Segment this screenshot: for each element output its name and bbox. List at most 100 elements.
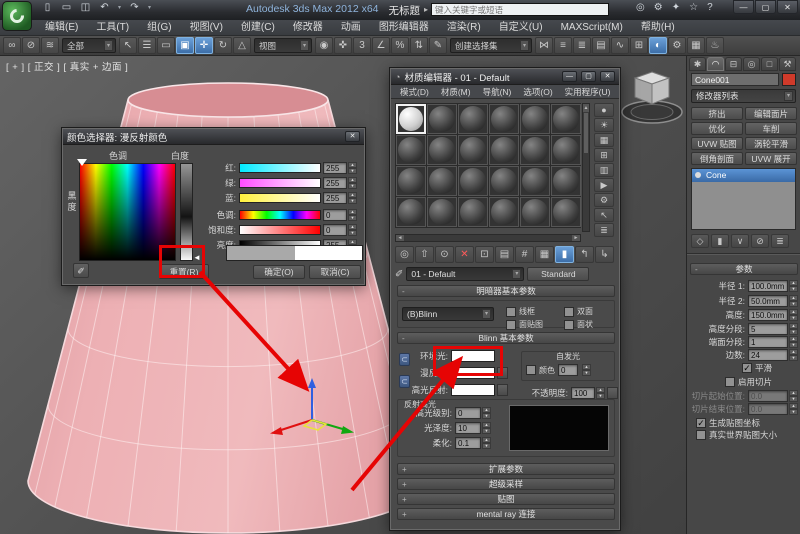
favorites-star-icon[interactable]: ☆ [689, 2, 698, 13]
graphite-ribbon-icon[interactable]: ▤ [592, 37, 610, 54]
rollout-blinn-basic[interactable]: -Blinn 基本参数 [397, 332, 615, 344]
sample-slot-21[interactable] [489, 197, 519, 227]
sample-slot-22[interactable] [520, 197, 550, 227]
snap-toggle-3d-icon[interactable]: 3 [353, 37, 371, 54]
open-file-icon[interactable]: ▭ [59, 2, 74, 13]
align-icon[interactable]: ≡ [554, 37, 572, 54]
spinner[interactable]: ▲▼ [348, 177, 357, 189]
slider-track[interactable] [239, 225, 321, 235]
modifier-button-2[interactable]: 优化 [691, 122, 743, 135]
me-menu-item-2[interactable]: 导航(N) [478, 86, 517, 98]
background-icon[interactable]: ▦ [594, 133, 614, 147]
sample-slot-13[interactable] [427, 166, 457, 196]
close-icon[interactable]: ✕ [345, 131, 360, 142]
modifier-stack[interactable]: Cone [691, 168, 796, 230]
rollout-collapsed-2[interactable]: +贴图 [397, 493, 615, 505]
sample-slot-15[interactable] [489, 166, 519, 196]
undo-dropdown-icon[interactable]: ▾ [116, 4, 123, 11]
use-pivot-center-icon[interactable]: ◉ [315, 37, 333, 54]
menu-item-1[interactable]: 工具(T) [87, 20, 138, 36]
schematic-view-icon[interactable]: ⊞ [630, 37, 648, 54]
dropdown-arrow-icon[interactable]: ▾ [482, 309, 491, 319]
help-icon[interactable]: ? [707, 2, 713, 13]
rollout-collapsed-3[interactable]: +mental ray 连接 [397, 508, 615, 520]
slider-value[interactable]: 255 [323, 177, 347, 189]
rectangular-selection-icon[interactable]: ▭ [157, 37, 175, 54]
options-icon[interactable]: ⚙ [594, 193, 614, 207]
layer-manager-icon[interactable]: ≣ [573, 37, 591, 54]
material-editor-titlebar[interactable]: ◔ 材质编辑器 - 01 - Default — ▢ ✕ [391, 69, 619, 85]
modifier-button-4[interactable]: UVW 贴图 [691, 137, 743, 150]
spinner[interactable]: ▲▼ [789, 336, 798, 348]
shader-type-dropdown[interactable]: (B)Blinn ▾ [402, 307, 494, 321]
param-value[interactable]: 150.0mm [748, 309, 788, 321]
communication-icon[interactable]: ✦ [672, 2, 680, 13]
close-icon[interactable]: ✕ [600, 71, 615, 82]
selfillum-spinner[interactable]: ▲▼ [582, 364, 591, 376]
curve-editor-icon[interactable]: ∿ [611, 37, 629, 54]
rollout-collapsed-0[interactable]: +扩展参数 [397, 463, 615, 475]
tab-display[interactable]: □ [761, 57, 778, 71]
checkbox-icon[interactable] [564, 307, 574, 317]
spinner-snap-icon[interactable]: ⇅ [410, 37, 428, 54]
make-copy-icon[interactable]: ⊡ [475, 246, 494, 263]
param-value[interactable]: 100.0mm [748, 280, 788, 292]
param-value[interactable]: 50.0mm [748, 295, 788, 307]
checkbox-icon[interactable] [564, 320, 574, 330]
spinner[interactable]: ▲▼ [789, 323, 798, 335]
checkbox-icon[interactable] [696, 430, 706, 440]
maximize-icon[interactable]: ▢ [581, 71, 596, 82]
menu-item-3[interactable]: 视图(V) [181, 20, 232, 36]
sample-slot-4[interactable] [520, 104, 550, 134]
render-production-icon[interactable]: ♨ [706, 37, 724, 54]
select-and-link-icon[interactable]: ∞ [3, 37, 21, 54]
cancel-button[interactable]: 取消(C) [309, 265, 361, 279]
show-end-result-stack-icon[interactable]: ▮ [711, 234, 729, 248]
modifier-button-6[interactable]: 倒角剖面 [691, 152, 743, 165]
reset-map-icon[interactable]: ✕ [455, 246, 474, 263]
material-name-dropdown[interactable]: 01 - Default ▾ [406, 267, 524, 281]
sample-slot-10[interactable] [520, 135, 550, 165]
redo-icon[interactable]: ↷ [127, 2, 142, 13]
save-file-icon[interactable]: ◫ [78, 2, 93, 13]
opacity-map-button[interactable] [607, 387, 618, 399]
minimize-icon[interactable]: — [562, 71, 577, 82]
param-value[interactable]: 0.0 [748, 403, 788, 415]
object-name-field[interactable]: Cone001 [691, 73, 779, 86]
checkbox-icon[interactable] [725, 377, 735, 387]
show-end-result-icon[interactable]: ▮ [555, 246, 574, 263]
modifier-list-dropdown[interactable]: 修改器列表 ▾ [691, 89, 796, 103]
select-and-manipulate-icon[interactable]: ✜ [334, 37, 352, 54]
highlight-value[interactable]: 0.1 [455, 437, 481, 449]
menu-item-7[interactable]: 图形编辑器 [370, 20, 438, 36]
sample-uv-tiling-icon[interactable]: ⊞ [594, 148, 614, 162]
slider-value[interactable]: 255 [323, 192, 347, 204]
tab-modify[interactable]: ◠ [707, 57, 724, 71]
sample-slot-0[interactable] [396, 104, 426, 134]
dropdown-arrow-icon[interactable]: ▾ [104, 40, 113, 51]
material-id-icon[interactable]: # [515, 246, 534, 263]
pick-material-eyedropper-icon[interactable]: ✐ [395, 269, 403, 280]
spinner[interactable]: ▲▼ [789, 403, 798, 415]
高光反射-color-swatch[interactable] [451, 384, 495, 396]
slider-track[interactable] [239, 193, 321, 203]
menu-item-2[interactable]: 组(G) [138, 20, 180, 36]
sample-slot-12[interactable] [396, 166, 426, 196]
tab-motion[interactable]: ◎ [743, 57, 760, 71]
me-menu-item-4[interactable]: 实用程序(U) [560, 86, 616, 98]
modifier-button-3[interactable]: 车削 [745, 122, 797, 135]
sample-slot-2[interactable] [458, 104, 488, 134]
dropdown-arrow-icon[interactable]: ▾ [784, 91, 793, 101]
spinner[interactable]: ▲▼ [482, 407, 491, 419]
param-value[interactable]: 1 [748, 336, 788, 348]
menu-item-9[interactable]: 自定义(U) [490, 20, 552, 36]
checkbox-icon[interactable] [506, 307, 516, 317]
viewport-label[interactable]: [ + ] [ 正交 ] [ 真实 + 边面 ] [6, 59, 128, 73]
render-setup-icon[interactable]: ⚙ [668, 37, 686, 54]
spinner[interactable]: ▲▼ [789, 280, 798, 292]
highlight-value[interactable]: 0 [455, 407, 481, 419]
param-value[interactable]: 5 [748, 323, 788, 335]
go-forward-sibling-icon[interactable]: ↳ [595, 246, 614, 263]
assign-to-selection-icon[interactable]: ⊙ [435, 246, 454, 263]
spinner[interactable]: ▲▼ [348, 192, 357, 204]
